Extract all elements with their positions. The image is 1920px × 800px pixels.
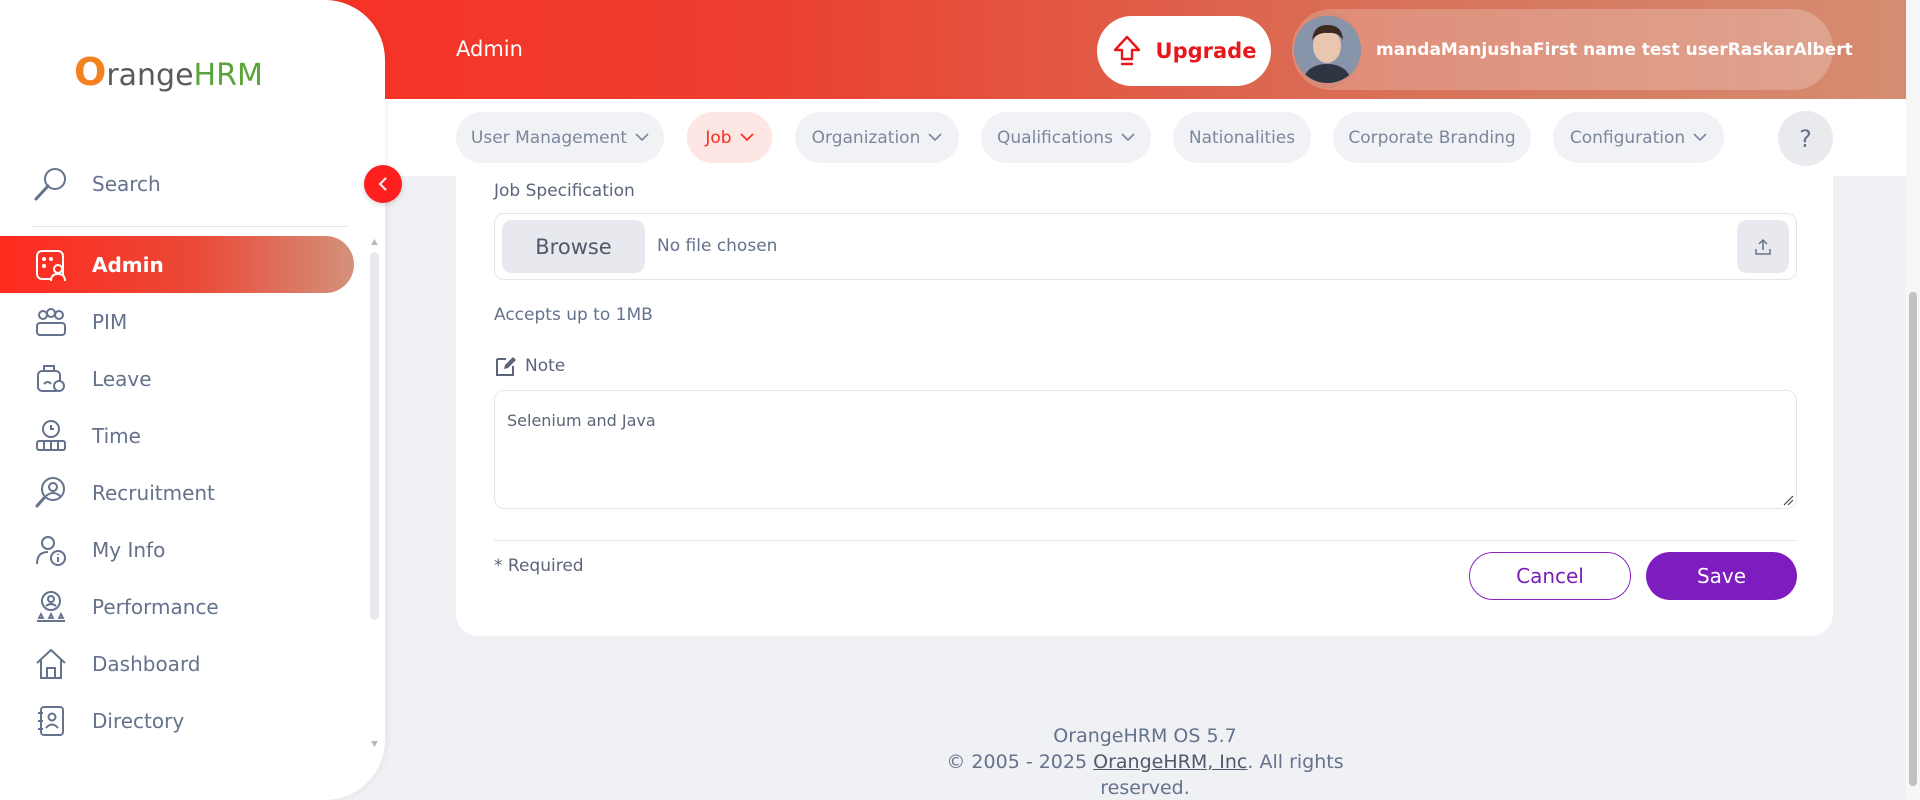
tab-user-management[interactable]: User Management bbox=[456, 112, 664, 163]
chevron-down-icon bbox=[928, 133, 942, 142]
sidebar-item-dashboard[interactable]: Dashboard bbox=[0, 635, 354, 692]
save-button[interactable]: Save bbox=[1646, 552, 1797, 600]
note-textarea[interactable]: Selenium and Java bbox=[494, 390, 1797, 509]
company-link[interactable]: OrangeHRM, Inc bbox=[1093, 751, 1247, 773]
tab-organization[interactable]: Organization bbox=[795, 112, 959, 163]
tab-label: Job bbox=[705, 127, 732, 148]
tab-label: Configuration bbox=[1569, 127, 1686, 148]
sidebar-item-admin[interactable]: Admin bbox=[0, 236, 354, 293]
browse-button[interactable]: Browse bbox=[502, 220, 645, 273]
job-spec-file-input[interactable]: Browse No file chosen bbox=[494, 213, 1797, 280]
logo-range: range bbox=[106, 58, 194, 93]
tab-configuration[interactable]: Configuration bbox=[1553, 112, 1724, 163]
tab-label: Qualifications bbox=[997, 127, 1113, 148]
tab-label: Organization bbox=[811, 127, 921, 148]
required-note: * Required bbox=[494, 556, 584, 576]
chevron-down-icon bbox=[635, 133, 649, 142]
search-label: Search bbox=[92, 172, 161, 196]
chevron-left-icon bbox=[378, 177, 387, 191]
help-icon: ? bbox=[1799, 124, 1812, 153]
recruitment-icon bbox=[32, 474, 70, 512]
footer-version: OrangeHRM OS 5.7 bbox=[1053, 725, 1237, 747]
sidebar-item-label: Admin bbox=[92, 252, 164, 277]
sidebar-item-time[interactable]: Time bbox=[0, 407, 354, 464]
page-scrollbar-thumb[interactable] bbox=[1909, 292, 1917, 786]
leave-icon bbox=[32, 360, 70, 398]
edit-icon bbox=[496, 357, 516, 376]
tab-label: Corporate Branding bbox=[1348, 127, 1516, 148]
user-name: mandaManjushaFirst name test userRaskarA… bbox=[1376, 39, 1853, 60]
pim-icon bbox=[32, 303, 70, 341]
resize-grip-icon[interactable] bbox=[1782, 494, 1794, 506]
sidebar-item-pim[interactable]: PIM bbox=[0, 293, 354, 350]
sidebar-item-label: Recruitment bbox=[92, 480, 215, 505]
sidebar-item-my-info[interactable]: My Info bbox=[0, 521, 354, 578]
file-status: No file chosen bbox=[657, 236, 778, 256]
upgrade-arrow-icon bbox=[1113, 35, 1140, 66]
footer: OrangeHRM OS 5.7 © 2005 - 2025 OrangeHRM… bbox=[900, 723, 1390, 800]
tab-label: Nationalities bbox=[1188, 127, 1296, 148]
chevron-down-icon bbox=[1121, 133, 1135, 142]
sidebar-item-recruitment[interactable]: Recruitment bbox=[0, 464, 354, 521]
sidebar-item-label: Leave bbox=[92, 366, 152, 391]
upload-button[interactable] bbox=[1737, 220, 1789, 273]
search-icon bbox=[34, 168, 66, 201]
logo-o: O bbox=[74, 50, 107, 94]
sidebar-item-label: My Info bbox=[92, 537, 166, 562]
note-label: Note bbox=[525, 356, 566, 376]
avatar bbox=[1294, 11, 1361, 88]
page-scrollbar[interactable] bbox=[1906, 0, 1920, 800]
sidebar-scrollbar[interactable] bbox=[370, 252, 379, 620]
sidebar-item-performance[interactable]: Performance bbox=[0, 578, 354, 635]
sidebar-search[interactable]: Search bbox=[32, 165, 161, 203]
time-icon bbox=[32, 417, 70, 455]
upgrade-button[interactable]: Upgrade bbox=[1097, 16, 1271, 86]
user-dropdown[interactable]: mandaManjushaFirst name test userRaskarA… bbox=[1292, 9, 1853, 90]
chevron-down-icon bbox=[740, 133, 754, 142]
form-divider bbox=[494, 540, 1797, 541]
copyright-prefix: © 2005 - 2025 bbox=[946, 751, 1094, 773]
sidebar-item-label: Performance bbox=[92, 594, 219, 619]
orangehrm-logo[interactable]: Orange HRM bbox=[74, 50, 263, 94]
job-spec-label: Job Specification bbox=[494, 181, 635, 201]
performance-icon bbox=[32, 588, 70, 626]
search-underline bbox=[32, 226, 347, 227]
dashboard-icon bbox=[32, 645, 70, 683]
sidebar-item-label: Time bbox=[92, 423, 141, 448]
cancel-button[interactable]: Cancel bbox=[1469, 552, 1631, 600]
my-info-icon bbox=[32, 531, 70, 569]
footer-copyright: © 2005 - 2025 OrangeHRM, Inc. All rights… bbox=[900, 749, 1390, 800]
help-button[interactable]: ? bbox=[1778, 111, 1833, 166]
sidebar-scroll-down-icon[interactable] bbox=[370, 740, 379, 748]
sidebar-item-label: Dashboard bbox=[92, 651, 201, 676]
logo-hrm: HRM bbox=[193, 58, 263, 93]
sidebar-item-leave[interactable]: Leave bbox=[0, 350, 354, 407]
admin-icon bbox=[32, 246, 70, 284]
upgrade-label: Upgrade bbox=[1155, 39, 1257, 63]
sidebar-collapse-button[interactable] bbox=[364, 165, 402, 203]
tab-job[interactable]: Job bbox=[687, 112, 772, 163]
sidebar: Orange HRM Search Admin PIM Leave Time R… bbox=[0, 0, 385, 800]
tab-nationalities[interactable]: Nationalities bbox=[1173, 112, 1311, 163]
sidebar-item-label: PIM bbox=[92, 309, 128, 334]
sidebar-item-label: Directory bbox=[92, 708, 185, 733]
directory-icon bbox=[32, 702, 70, 740]
chevron-down-icon bbox=[1693, 133, 1707, 142]
tab-label: User Management bbox=[470, 127, 628, 148]
sidebar-scroll-up-icon[interactable] bbox=[370, 238, 379, 246]
tab-corporate-branding[interactable]: Corporate Branding bbox=[1333, 112, 1531, 163]
file-size-hint: Accepts up to 1MB bbox=[494, 305, 653, 325]
tab-qualifications[interactable]: Qualifications bbox=[981, 112, 1151, 163]
upload-icon bbox=[1755, 238, 1771, 255]
page-title: Admin bbox=[456, 37, 523, 61]
sidebar-item-directory[interactable]: Directory bbox=[0, 692, 354, 749]
note-label-row: Note bbox=[494, 354, 565, 378]
note-value: Selenium and Java bbox=[507, 411, 656, 430]
